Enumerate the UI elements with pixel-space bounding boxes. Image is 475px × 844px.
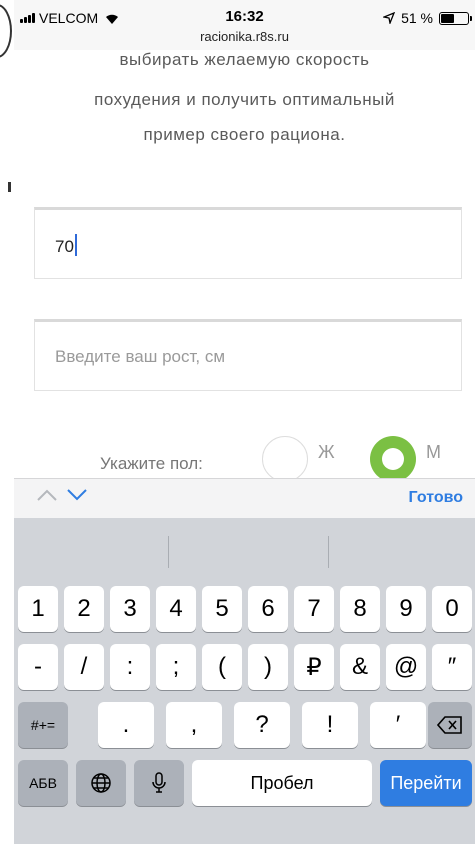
chevron-up-icon[interactable] <box>36 488 58 502</box>
gender-female-label[interactable]: Ж <box>318 442 335 463</box>
text-caret <box>74 234 77 256</box>
numeric-keyboard: 1 2 3 4 5 6 7 8 9 0 - / : ; ( ) ₽ & @ ″ … <box>14 518 475 844</box>
backspace-icon <box>437 716 462 734</box>
battery-percent: 51 % <box>401 10 433 26</box>
key-9[interactable]: 9 <box>386 586 426 632</box>
key-at[interactable]: @ <box>386 644 426 690</box>
key-2[interactable]: 2 <box>64 586 104 632</box>
backspace-key[interactable] <box>428 702 472 748</box>
description-line-2: похудения и получить оптимальный <box>94 90 395 109</box>
weight-value-wrap: 70 <box>55 234 77 257</box>
globe-key[interactable] <box>76 760 126 806</box>
key-close-paren[interactable]: ) <box>248 644 288 690</box>
gender-female-radio[interactable] <box>262 436 308 482</box>
key-6[interactable]: 6 <box>248 586 288 632</box>
description-line-3: пример своего рациона. <box>143 125 346 144</box>
weight-input[interactable]: 70 <box>34 207 462 279</box>
key-exclamation[interactable]: ! <box>302 702 358 748</box>
key-8[interactable]: 8 <box>340 586 380 632</box>
height-placeholder: Введите ваш рост, см <box>55 347 226 366</box>
weight-value: 70 <box>55 237 74 256</box>
gender-male-label[interactable]: М <box>426 442 441 463</box>
abc-key[interactable]: АБВ <box>18 760 68 806</box>
keyboard-accessory-bar: Готово <box>14 478 475 518</box>
space-key[interactable]: Пробел <box>192 760 372 806</box>
done-button[interactable]: Готово <box>409 489 463 507</box>
key-apostrophe[interactable]: ′ <box>370 702 426 748</box>
battery-icon <box>439 11 472 25</box>
location-arrow-icon <box>383 12 396 24</box>
gender-selector: Укажите пол: Ж М <box>14 430 475 482</box>
key-5[interactable]: 5 <box>202 586 242 632</box>
gutter-arc <box>0 4 12 58</box>
status-bar: VELCOM 16:32 racionika.r8s.ru 51 % <box>14 0 475 50</box>
dictation-key[interactable] <box>134 760 184 806</box>
status-right: 51 % <box>383 10 472 26</box>
symbols-mode-key[interactable]: #+= <box>18 702 68 748</box>
key-ruble[interactable]: ₽ <box>294 644 334 690</box>
left-gutter <box>0 0 14 844</box>
key-question[interactable]: ? <box>234 702 290 748</box>
suggestion-bar <box>14 518 475 580</box>
gender-male-radio[interactable] <box>370 436 416 482</box>
gutter-tick <box>8 182 11 192</box>
key-3[interactable]: 3 <box>110 586 150 632</box>
key-1[interactable]: 1 <box>18 586 58 632</box>
key-colon[interactable]: : <box>110 644 150 690</box>
page-url[interactable]: racionika.r8s.ru <box>14 29 475 44</box>
key-4[interactable]: 4 <box>156 586 196 632</box>
key-7[interactable]: 7 <box>294 586 334 632</box>
key-period[interactable]: . <box>98 702 154 748</box>
microphone-icon <box>152 772 166 793</box>
go-key[interactable]: Перейти <box>380 760 472 806</box>
key-ampersand[interactable]: & <box>340 644 380 690</box>
key-open-paren[interactable]: ( <box>202 644 242 690</box>
key-comma[interactable]: , <box>166 702 222 748</box>
chevron-down-icon[interactable] <box>66 488 88 502</box>
suggestion-divider <box>328 536 329 568</box>
key-semicolon[interactable]: ; <box>156 644 196 690</box>
description-line-1: выбирать желаемую скорость <box>119 50 370 69</box>
globe-icon <box>91 773 111 793</box>
phone-screen: VELCOM 16:32 racionika.r8s.ru 51 % выбир… <box>14 0 475 844</box>
suggestion-divider <box>168 536 169 568</box>
gender-label: Укажите пол: <box>100 454 203 473</box>
key-double-quote[interactable]: ″ <box>432 644 472 690</box>
key-minus[interactable]: - <box>18 644 58 690</box>
height-input[interactable]: Введите ваш рост, см <box>34 319 462 391</box>
battery-fill <box>441 13 455 23</box>
key-slash[interactable]: / <box>64 644 104 690</box>
key-0[interactable]: 0 <box>432 586 472 632</box>
